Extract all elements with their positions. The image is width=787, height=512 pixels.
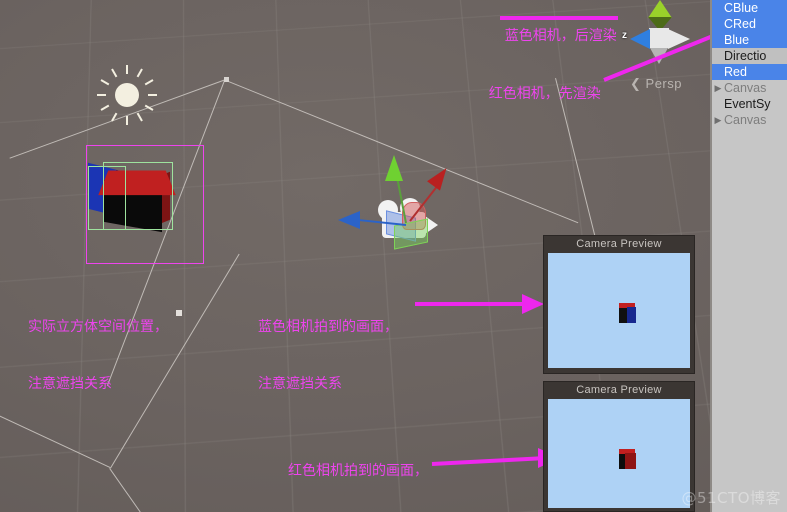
hierarchy-panel[interactable]: CBlue CRed Blue Directio Red ▶ Canvas Ev…: [710, 0, 787, 512]
sun-ray: [111, 68, 118, 78]
anno-blue-preview-arrow-shaft: [415, 302, 525, 306]
preview-cube-red-blue: [616, 303, 638, 325]
preview-cube-side: [625, 453, 636, 469]
perspective-mode-label[interactable]: ❮ Persp: [630, 76, 682, 92]
camera-preview-title: Camera Preview: [544, 236, 694, 253]
directional-light-gizmo[interactable]: [95, 63, 159, 127]
sun-ray: [136, 112, 143, 122]
sun-icon: [115, 83, 139, 107]
hierarchy-item-canvas-2[interactable]: ▶ Canvas: [712, 112, 787, 128]
expand-arrow-icon[interactable]: ▶: [712, 112, 724, 128]
unity-editor-screenshot: z ❮ Persp 蓝色相机，后渲染 红色相机，先渲染 实际立方体空间位置， 注…: [0, 0, 787, 512]
hierarchy-item-label: EventSy: [724, 97, 771, 111]
anno-red-preview: 红色相机拍到的画面， 设置了SolidColor: [288, 463, 428, 479]
chevron-left-icon: ❮: [630, 76, 642, 91]
hierarchy-item-cblue[interactable]: CBlue: [712, 0, 787, 16]
hierarchy-item-canvas-1[interactable]: ▶ Canvas: [712, 80, 787, 96]
hierarchy-item-blue[interactable]: Blue: [712, 32, 787, 48]
axis-cone-z-blue[interactable]: [630, 29, 650, 49]
hierarchy-item-cred[interactable]: CRed: [712, 16, 787, 32]
perspective-line: [109, 468, 151, 512]
sun-ray: [100, 79, 110, 86]
scene-view-axis-gizmo[interactable]: z: [622, 0, 708, 70]
hierarchy-item-label: Canvas: [724, 81, 767, 95]
axis-center-cube[interactable]: [649, 28, 669, 48]
sun-ray: [97, 94, 106, 96]
anno-blue-camera-arrow-shaft: [500, 16, 618, 20]
anno-blue-preview-arrow-head: [522, 294, 544, 314]
move-handle-x-arrow[interactable]: [427, 163, 453, 191]
camera-preview-panel-red[interactable]: Camera Preview: [543, 381, 695, 512]
hierarchy-item-directional-light[interactable]: Directio: [712, 48, 787, 64]
sun-ray: [136, 68, 143, 78]
scene-handle-dot: [176, 310, 182, 316]
hierarchy-item-label: Red: [724, 65, 747, 79]
anno-blue-preview: 蓝色相机拍到的画面， 注意遮挡关系: [258, 319, 398, 392]
camera-preview-title: Camera Preview: [544, 382, 694, 399]
preview-cube-red: [616, 449, 638, 471]
anno-red-preview-arrow-shaft: [431, 456, 540, 466]
scene-handle-dot: [224, 77, 229, 82]
anno-cube-position: 实际立方体空间位置， 注意遮挡关系: [28, 319, 168, 392]
sun-ray: [148, 94, 157, 96]
camera-preview-viewport: [548, 399, 690, 508]
camera-preview-viewport: [548, 253, 690, 368]
selection-rectangle: [86, 145, 204, 264]
axis-cone-y-green[interactable]: [648, 0, 672, 18]
sun-ray: [144, 104, 154, 111]
camera-preview-panel-blue[interactable]: Camera Preview: [543, 235, 695, 374]
hierarchy-item-label: Canvas: [724, 113, 767, 127]
anno-red-camera: 红色相机，先渲染: [488, 86, 601, 102]
hierarchy-item-red[interactable]: Red: [712, 64, 787, 80]
hierarchy-item-label: CRed: [724, 17, 756, 31]
sun-ray: [126, 116, 128, 125]
move-handle-z-arrow[interactable]: [338, 211, 360, 229]
sun-ray: [100, 104, 110, 111]
sun-ray: [144, 79, 154, 86]
hierarchy-item-label: Blue: [724, 33, 750, 47]
hierarchy-item-eventsystem[interactable]: EventSy: [712, 96, 787, 112]
sun-ray: [126, 65, 128, 74]
hierarchy-item-label: CBlue: [724, 1, 759, 15]
hierarchy-item-label: Directio: [724, 49, 767, 63]
expand-arrow-icon[interactable]: ▶: [712, 80, 724, 96]
move-handle-y-arrow[interactable]: [385, 155, 403, 181]
axis-label-z: z: [622, 30, 627, 41]
preview-cube-side: [627, 307, 636, 323]
sun-ray: [111, 112, 118, 122]
camera-gizmo[interactable]: [330, 140, 475, 265]
